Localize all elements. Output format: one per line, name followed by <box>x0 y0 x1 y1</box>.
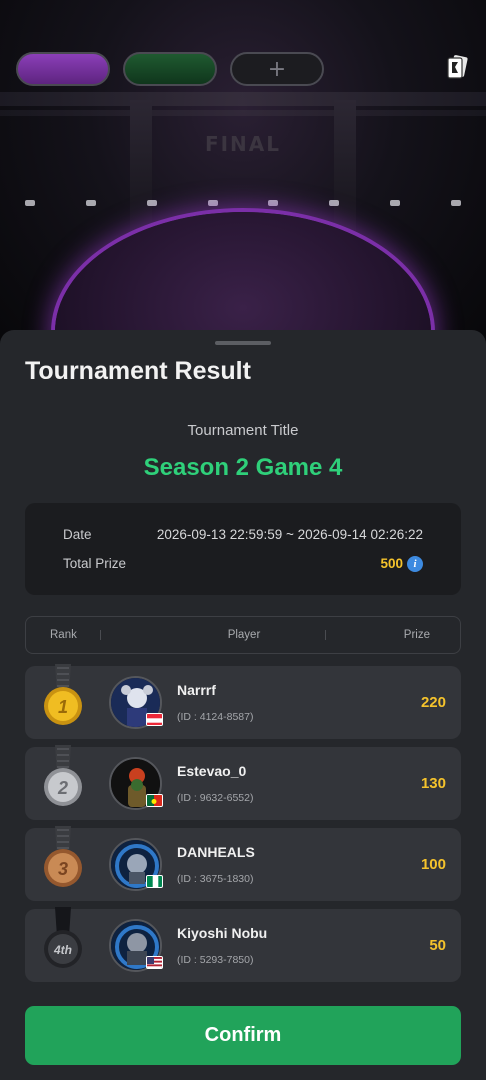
flag-austria-icon <box>146 713 163 726</box>
flag-usa-icon <box>146 956 163 969</box>
sheet-title: Tournament Result <box>25 357 251 385</box>
tournament-info-box: Date 2026-09-13 22:59:59 ~ 2026-09-14 02… <box>25 503 461 595</box>
player-slots-bar: + <box>16 52 470 88</box>
player-slot-purple[interactable] <box>16 52 110 86</box>
stage-pillar <box>130 100 152 240</box>
info-icon[interactable]: i <box>407 556 423 572</box>
player-name: Narrrf <box>177 682 216 698</box>
player-header: Player <box>227 629 261 641</box>
player-prize: 100 <box>420 856 446 873</box>
flag-nigeria-icon <box>146 875 163 888</box>
flag-portugal-icon <box>146 794 163 807</box>
total-prize-label: Total Prize <box>63 556 127 571</box>
bronze-medal-icon: 3 <box>44 826 82 887</box>
plus-icon: + <box>267 56 287 82</box>
stage-lights <box>0 200 486 208</box>
player-name: Estevao_0 <box>177 763 247 779</box>
card-icon[interactable] <box>446 54 468 82</box>
medal-rank: 2 <box>57 778 68 798</box>
player-prize: 130 <box>420 775 446 792</box>
player-id: (ID : 3675-1830) <box>177 873 254 885</box>
stage-pillar <box>334 100 356 240</box>
table-row[interactable]: 1 Narrrf (ID : 4124-8587) 220 <box>25 664 461 739</box>
player-name: Kiyoshi Nobu <box>177 925 268 941</box>
results-table-header: Rank Player Prize <box>25 616 461 654</box>
add-player-button[interactable]: + <box>230 52 324 86</box>
player-slot-green[interactable] <box>123 52 217 86</box>
player-prize: 50 <box>429 937 446 954</box>
medal-rank: 3 <box>58 859 68 879</box>
total-prize-value: 500 <box>380 556 403 571</box>
table-row[interactable]: 4th Kiyoshi Nobu (ID : 5293-7850) 50 <box>25 907 461 982</box>
tournament-title-label: Tournament Title <box>187 422 299 439</box>
date-value: 2026-09-13 22:59:59 ~ 2026-09-14 02:26:2… <box>156 527 423 542</box>
prize-header: Prize <box>403 629 430 641</box>
stage-truss <box>0 110 486 116</box>
player-name: DANHEALS <box>177 844 255 860</box>
confirm-button[interactable]: Confirm <box>25 1006 461 1065</box>
fourth-place-medal-icon: 4th <box>44 907 82 968</box>
table-row[interactable]: 3 DANHEALS (ID : 3675-1830) 100 <box>25 826 461 901</box>
player-id: (ID : 4124-8587) <box>177 711 254 723</box>
tournament-title: Season 2 Game 4 <box>143 454 343 481</box>
player-prize: 220 <box>420 694 446 711</box>
gold-medal-icon: 1 <box>44 664 82 725</box>
table-row[interactable]: 2 Estevao_0 (ID : 9632-6552) 130 <box>25 745 461 820</box>
drag-handle[interactable] <box>215 341 271 345</box>
player-id: (ID : 5293-7850) <box>177 954 254 966</box>
final-sign: FINAL <box>204 132 282 156</box>
medal-rank: 4th <box>53 943 72 957</box>
stage-truss <box>0 92 486 106</box>
player-id: (ID : 9632-6552) <box>177 792 254 804</box>
date-label: Date <box>63 527 92 542</box>
medal-rank: 1 <box>58 697 68 717</box>
silver-medal-icon: 2 <box>44 745 82 806</box>
tournament-result-sheet: Tournament Result Tournament Title Seaso… <box>0 330 486 1080</box>
